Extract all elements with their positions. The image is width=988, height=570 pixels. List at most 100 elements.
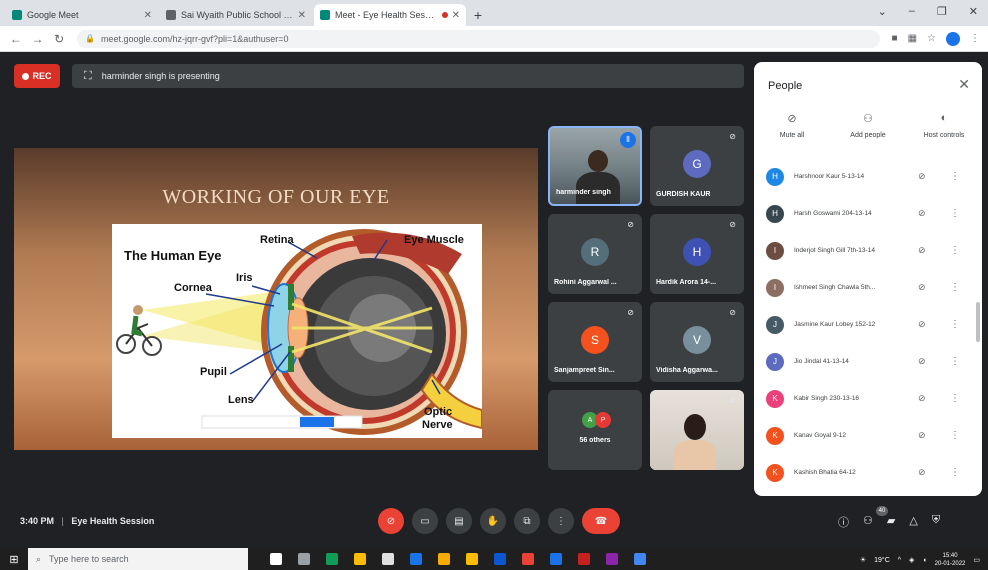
slide-title: WORKING OF OUR EYE	[162, 186, 390, 208]
close-tab-icon[interactable]: ✕	[144, 10, 152, 21]
meet-area: REC ⛶ harminder singh is presenting WORK…	[0, 52, 988, 542]
reload-icon[interactable]: ↻	[51, 32, 67, 46]
list-item[interactable]: J Jasmine Kaur Lobey 152-12 ⊘ ⋮	[754, 306, 982, 343]
profile-avatar-icon[interactable]	[946, 31, 961, 46]
office-icon[interactable]	[522, 553, 534, 565]
tray-chevron-icon[interactable]: ^	[898, 557, 901, 564]
mic-toggle-button[interactable]: ⊘	[378, 508, 404, 534]
close-window-button[interactable]: ✕	[969, 5, 978, 18]
list-item[interactable]: J Jio Jindal 41-13-14 ⊘ ⋮	[754, 343, 982, 380]
people-scrollbar[interactable]	[976, 302, 980, 342]
side-controls: ⓘ ⚇ ▰ △ ⛨	[838, 514, 940, 530]
notification-icon[interactable]: ▭	[973, 556, 980, 564]
tab-search-button[interactable]: ⌄	[878, 5, 887, 18]
more-options-icon[interactable]: ⋮	[950, 282, 960, 293]
app-icon[interactable]	[438, 553, 450, 565]
clock[interactable]: 15:40 20-01-2022	[935, 552, 966, 568]
leave-call-button[interactable]: ☎	[582, 508, 620, 534]
activities-icon[interactable]: △	[909, 514, 917, 530]
captions-button[interactable]: ▤	[446, 508, 472, 534]
more-options-icon[interactable]: ⋮	[950, 393, 960, 404]
bookmark-star-icon[interactable]: ☆	[927, 33, 936, 44]
mic-off-icon[interactable]: ⊘	[918, 393, 934, 404]
app-icon[interactable]	[606, 553, 618, 565]
mic-off-icon[interactable]: ⊘	[918, 245, 934, 256]
menu-kebab-icon[interactable]: ⋮	[970, 33, 980, 44]
forward-icon[interactable]: →	[30, 32, 46, 46]
list-item[interactable]: H Harshnoor Kaur 5-13-14 ⊘ ⋮	[754, 158, 982, 195]
close-tab-icon[interactable]: ✕	[452, 10, 460, 21]
participant-tile-rohini[interactable]: ⊘ R Rohini Aggarwal ...	[548, 214, 642, 294]
more-options-icon[interactable]: ⋮	[950, 467, 960, 478]
volume-icon[interactable]: ◖	[922, 557, 926, 564]
taskbar-search-input[interactable]: ⌕ Type here to search	[28, 548, 248, 570]
list-item[interactable]: I Inderjot Singh Gill 7th-13-14 ⊘ ⋮	[754, 232, 982, 269]
more-options-button[interactable]: ⋮	[548, 508, 574, 534]
minimize-button[interactable]: –	[909, 5, 915, 18]
participant-tile-hardik[interactable]: ⊘ H Hardik Arora 14-...	[650, 214, 744, 294]
camera-toggle-button[interactable]: ▭	[412, 508, 438, 534]
browser-tab-meet-session[interactable]: Meet - Eye Health Session ✕	[314, 4, 466, 26]
more-options-icon[interactable]: ⋮	[950, 245, 960, 256]
new-tab-button[interactable]: +	[468, 4, 488, 26]
mic-off-icon[interactable]: ⊘	[918, 356, 934, 367]
more-options-icon[interactable]: ⋮	[950, 430, 960, 441]
raise-hand-button[interactable]: ✋	[480, 508, 506, 534]
mic-off-icon[interactable]: ⊘	[918, 430, 934, 441]
mic-off-icon[interactable]: ⊘	[918, 319, 934, 330]
host-controls-icon[interactable]: ⛨	[932, 514, 940, 530]
word-icon[interactable]	[550, 553, 562, 565]
file-explorer-icon[interactable]	[354, 553, 366, 565]
edge-icon[interactable]	[326, 553, 338, 565]
camera-permission-icon[interactable]: ■	[892, 33, 898, 44]
list-item[interactable]: H Harsh Goswami 204-13-14 ⊘ ⋮	[754, 195, 982, 232]
mute-all-button[interactable]: ⊘ Mute all	[757, 112, 827, 139]
more-options-icon[interactable]: ⋮	[950, 208, 960, 219]
more-options-icon[interactable]: ⋮	[950, 356, 960, 367]
more-options-icon[interactable]: ⋮	[950, 319, 960, 330]
participant-tile-sanjampreet[interactable]: ⊘ S Sanjampreet Sin...	[548, 302, 642, 382]
list-item[interactable]: K Kashish Bhatia 64-12 ⊘ ⋮	[754, 454, 982, 491]
url-input[interactable]: 🔒 meet.google.com/hz-jqrr-gvf?pli=1&auth…	[76, 29, 880, 48]
meeting-details-icon[interactable]: ⓘ	[838, 514, 849, 530]
folder-icon[interactable]	[466, 553, 478, 565]
chat-icon[interactable]: ▰	[887, 514, 895, 530]
more-options-icon[interactable]: ⋮	[950, 171, 960, 182]
present-button[interactable]: ⧉	[514, 508, 540, 534]
list-item[interactable]: I Ishmeet Singh Chawla 5th... ⊘ ⋮	[754, 269, 982, 306]
store-icon[interactable]	[382, 553, 394, 565]
browser-tab-google-meet[interactable]: Google Meet ✕	[6, 4, 158, 26]
mic-off-icon[interactable]: ⊘	[918, 208, 934, 219]
weather-icon[interactable]: ☀	[860, 556, 866, 564]
cortana-icon[interactable]	[270, 553, 282, 565]
close-tab-icon[interactable]: ✕	[298, 10, 306, 21]
dropbox-icon[interactable]	[410, 553, 422, 565]
browser-tab-school[interactable]: Sai Wyaith Public School - Class ✕	[160, 4, 312, 26]
network-icon[interactable]: ◈	[909, 556, 914, 564]
mic-off-icon[interactable]: ⊘	[918, 467, 934, 478]
search-icon: ⌕	[36, 553, 42, 564]
list-item[interactable]: K Kanav Goyal 9-12 ⊘ ⋮	[754, 417, 982, 454]
action-label: Add people	[850, 132, 886, 139]
mail-icon[interactable]	[494, 553, 506, 565]
mic-off-icon[interactable]: ⊘	[918, 282, 934, 293]
person-body	[674, 440, 716, 470]
participant-tile-vidisha[interactable]: ⊘ V Vidisha Aggarwa...	[650, 302, 744, 382]
maximize-button[interactable]: ❐	[937, 5, 947, 18]
task-view-icon[interactable]	[298, 553, 310, 565]
host-controls-button[interactable]: ◐ Host controls	[909, 112, 979, 139]
close-panel-button[interactable]: ✕	[958, 76, 970, 93]
mic-off-icon[interactable]: ⊘	[918, 171, 934, 182]
windows-start-icon[interactable]: ⊞	[0, 553, 28, 566]
people-icon[interactable]: ⚇	[863, 514, 873, 530]
list-item[interactable]: K Kabir Singh 230-13-16 ⊘ ⋮	[754, 380, 982, 417]
participant-tile-harminder[interactable]: ⦀ harminder singh	[548, 126, 642, 206]
app-icon[interactable]	[578, 553, 590, 565]
back-icon[interactable]: ←	[8, 32, 24, 46]
participant-tile-gurdish[interactable]: ⊘ G GURDISH KAUR	[650, 126, 744, 206]
add-people-button[interactable]: ⚇ Add people	[833, 112, 903, 139]
participant-tile-others[interactable]: A P 56 others	[548, 390, 642, 470]
participant-tile-camera[interactable]: ⊘	[650, 390, 744, 470]
extension-icon[interactable]: ▦	[908, 33, 917, 44]
chrome-icon[interactable]	[634, 553, 646, 565]
